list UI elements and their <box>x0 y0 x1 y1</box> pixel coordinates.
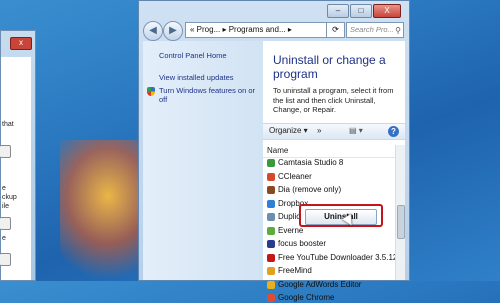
program-icon <box>267 267 275 275</box>
search-placeholder: Search Pro... <box>350 25 394 34</box>
main-content: Uninstall or change a program To uninsta… <box>263 41 405 302</box>
organize-menu[interactable]: Organize ▾ <box>269 125 308 137</box>
background-window[interactable]: x that e ckup ile e <box>0 30 36 281</box>
program-name: Free YouTube Downloader 3.5.128 <box>278 252 402 262</box>
program-name: focus booster <box>278 239 327 248</box>
close-button[interactable]: X <box>373 4 401 18</box>
toolbar: Organize ▾ » ▤ ▾ ? <box>263 123 405 140</box>
address-refresh-icon[interactable]: ⟳ <box>327 22 345 38</box>
program-icon <box>267 253 275 262</box>
bg-button-1[interactable] <box>0 145 11 158</box>
program-row[interactable]: Google AdWords Editor <box>265 280 361 290</box>
bg-text-3: ckup <box>2 194 17 201</box>
sidebar: Control Panel Home View installed update… <box>143 41 263 280</box>
program-icon <box>267 294 275 302</box>
program-row[interactable]: Google Chrome <box>265 293 334 303</box>
bg-button-3[interactable] <box>0 253 11 266</box>
program-name: Google Chrome <box>278 293 335 302</box>
bg-text-2: e <box>2 185 6 192</box>
background-close-button[interactable]: x <box>10 37 32 50</box>
bg-text-1: that <box>2 121 14 128</box>
program-row[interactable]: Everne <box>265 226 303 236</box>
program-row[interactable]: Camtasia Studio 8 <box>265 158 343 168</box>
program-icon <box>267 240 275 248</box>
program-icon <box>267 172 275 181</box>
program-row[interactable]: CCleaner <box>265 172 312 182</box>
help-icon[interactable]: ? <box>388 126 399 137</box>
program-icon <box>267 213 275 221</box>
bg-text-5: e <box>2 235 6 242</box>
views-menu-icon[interactable]: ▤ ▾ <box>349 126 363 135</box>
program-row[interactable]: Free YouTube Downloader 3.5.128 <box>265 253 402 263</box>
uninstall-button[interactable]: Uninstall <box>305 209 377 225</box>
program-row[interactable]: FreeMind <box>265 266 312 276</box>
page-title: Uninstall or change a program <box>273 53 386 81</box>
scrollbar-thumb[interactable] <box>397 205 405 239</box>
more-commands-icon[interactable]: » <box>317 125 321 137</box>
program-icon <box>267 159 275 167</box>
maximize-button[interactable]: □ <box>350 4 372 18</box>
program-name: Camtasia Studio 8 <box>278 158 344 167</box>
back-arrow-icon[interactable]: ◀ <box>143 21 163 41</box>
program-row[interactable]: Dia (remove only) <box>265 185 341 195</box>
forward-arrow-icon[interactable]: ▶ <box>163 21 183 41</box>
program-name: Everne <box>278 225 304 235</box>
bg-button-2[interactable] <box>0 217 11 230</box>
minimize-button[interactable]: – <box>327 4 349 18</box>
programs-window: – □ X ◀ ▶ « Prog... ▸ Programs and... ▸ … <box>138 0 410 302</box>
program-name: CCleaner <box>278 171 312 181</box>
program-name: FreeMind <box>278 266 312 275</box>
program-icon <box>267 186 275 194</box>
caption-buttons: – □ X <box>327 4 401 18</box>
background-window-content: that e ckup ile e <box>0 57 31 280</box>
context-menu-highlight: Uninstall <box>299 204 383 227</box>
address-bar[interactable]: « Prog... ▸ Programs and... ▸ <box>185 22 327 38</box>
program-icon <box>267 226 275 235</box>
page-description: To uninstall a program, select it from t… <box>273 86 394 114</box>
scrollbar[interactable] <box>395 145 405 280</box>
program-row[interactable]: Duplic <box>265 212 300 222</box>
shield-icon <box>147 87 155 96</box>
program-name: Dia (remove only) <box>278 185 342 194</box>
sidebar-link-windows-features[interactable]: Turn Windows features on or off <box>159 86 259 104</box>
program-icon <box>267 199 275 208</box>
search-icon[interactable]: ⚲ <box>395 24 401 37</box>
sidebar-link-control-panel-home[interactable]: Control Panel Home <box>159 51 227 60</box>
column-header-name[interactable]: Name <box>263 145 395 158</box>
sidebar-link-installed-updates[interactable]: View installed updates <box>159 73 234 82</box>
bg-text-4: ile <box>2 203 10 210</box>
search-input[interactable]: Search Pro... ⚲ <box>346 22 404 38</box>
program-row[interactable]: focus booster <box>265 239 326 249</box>
program-name: Duplic <box>278 212 301 221</box>
program-icon <box>267 280 275 289</box>
